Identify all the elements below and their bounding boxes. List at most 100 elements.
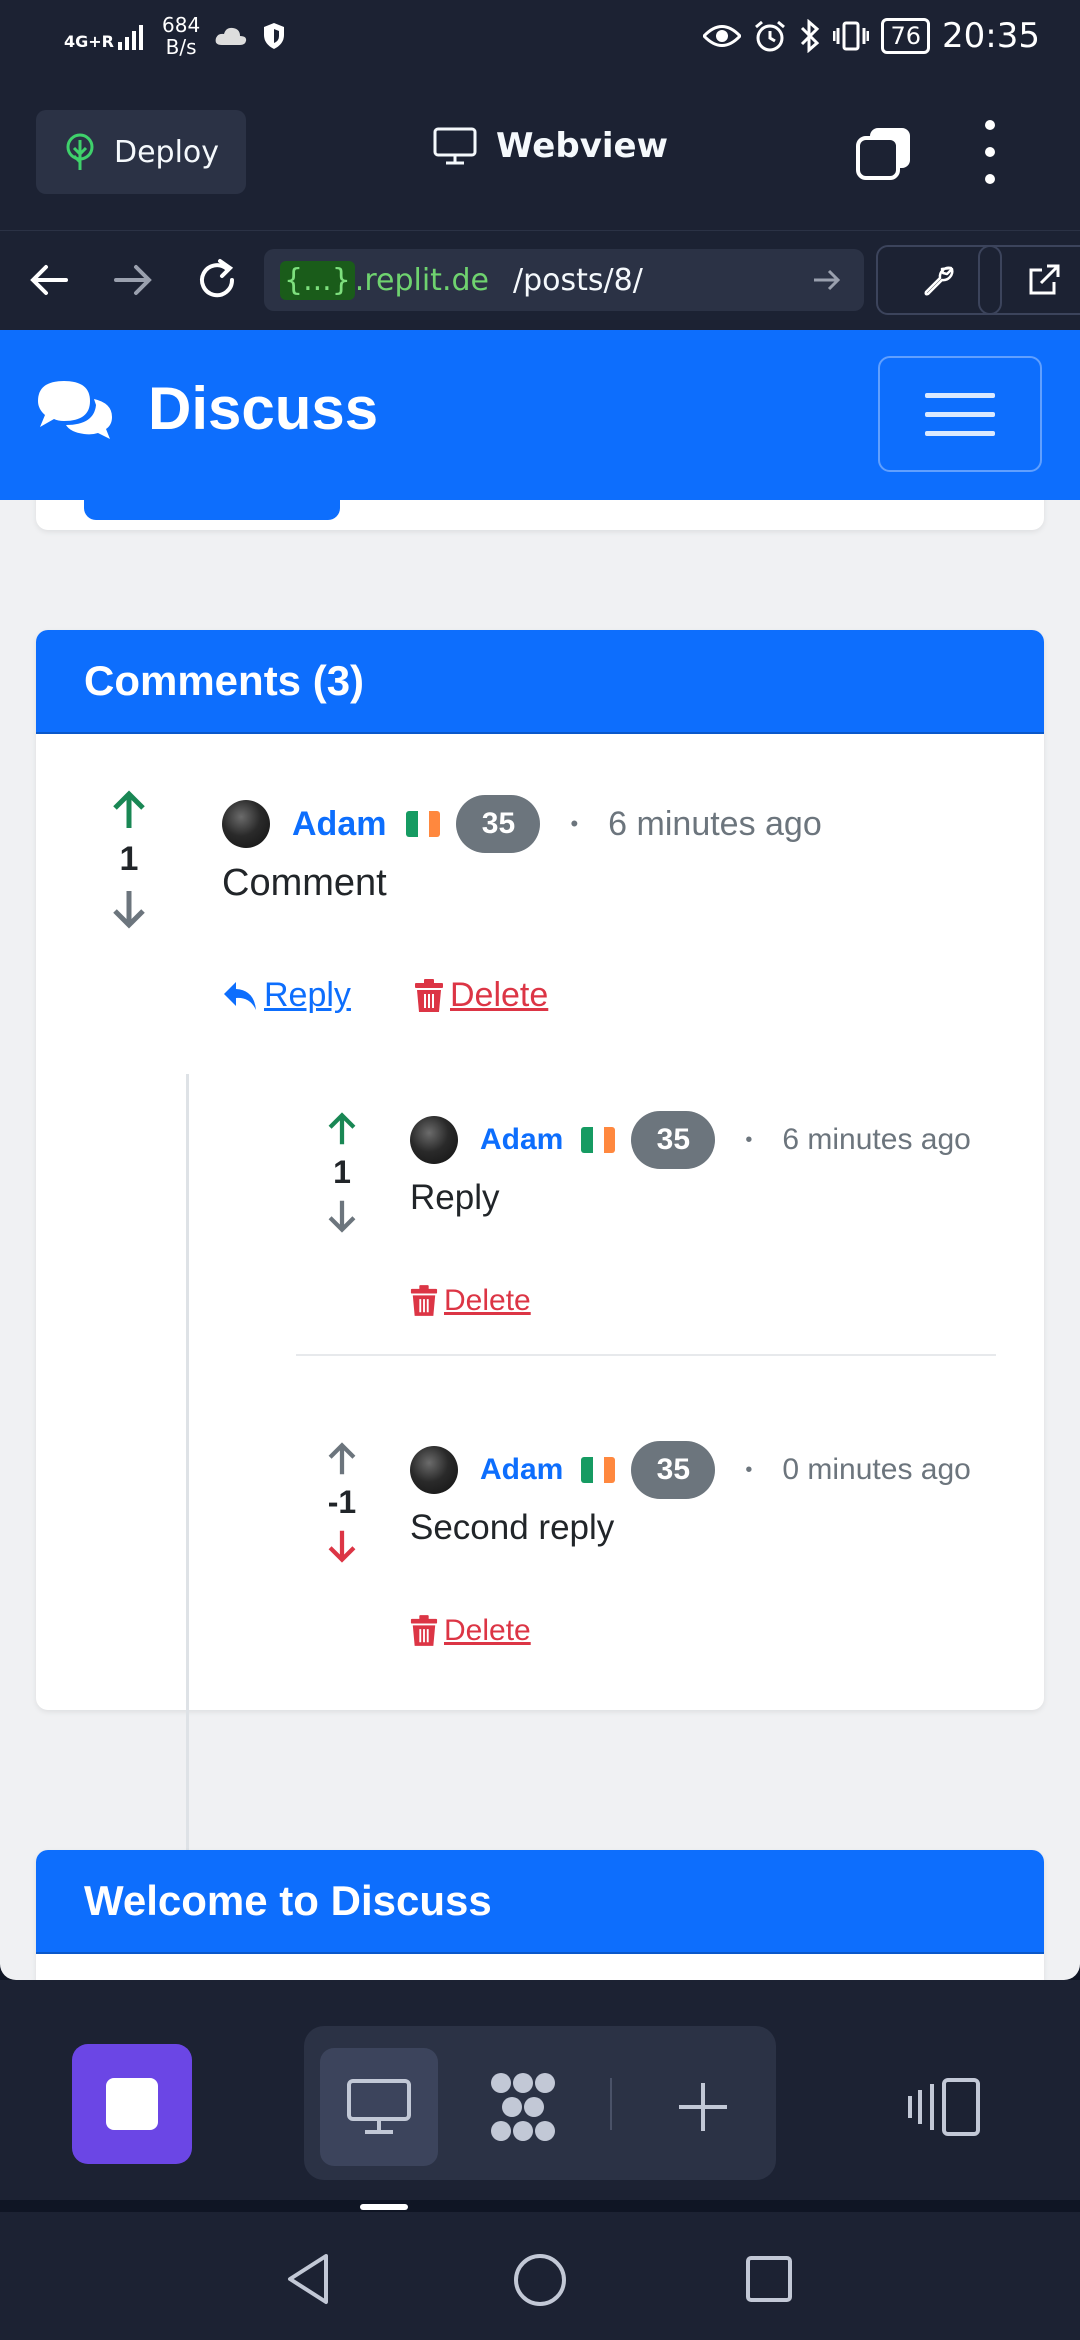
post-action-button[interactable] <box>84 498 340 520</box>
monitor-icon <box>347 2079 411 2134</box>
avatar[interactable] <box>410 1446 458 1494</box>
reply-icon <box>224 981 256 1010</box>
reply-vote: 1 <box>322 1110 362 1239</box>
nav-back-icon[interactable] <box>284 2252 332 2306</box>
avatar[interactable] <box>222 800 270 848</box>
blocks-icon <box>491 2073 555 2141</box>
downvote-icon[interactable] <box>325 1527 359 1565</box>
arrow-left-icon[interactable] <box>26 257 72 303</box>
delete-link[interactable]: Delete <box>414 976 548 1015</box>
wrench-icon <box>924 266 954 296</box>
signal-icon: 4G+R <box>64 22 148 50</box>
upvote-icon[interactable] <box>325 1110 359 1148</box>
network-type: 4G+R <box>64 32 114 51</box>
more-options-icon[interactable] <box>978 120 1002 184</box>
chat-bubbles-icon <box>38 380 112 439</box>
delete-link[interactable]: Delete <box>410 1284 531 1318</box>
thread-line <box>186 1074 189 1980</box>
ireland-flag-icon <box>581 1127 616 1153</box>
nav-recents-icon[interactable] <box>744 2254 794 2304</box>
avatar[interactable] <box>410 1116 458 1164</box>
deploy-tree-icon <box>66 133 94 170</box>
comment-time: 6 minutes ago <box>608 804 822 843</box>
downvote-icon[interactable] <box>325 1197 359 1235</box>
stop-icon <box>106 2078 158 2130</box>
trash-icon <box>410 1285 438 1316</box>
trash-icon <box>415 978 443 1012</box>
add-pane-button[interactable] <box>644 2048 762 2166</box>
comments-header: Comments (3) <box>36 630 1044 734</box>
shield-icon <box>264 23 285 49</box>
webview-content: Discuss Comments (3) 1 Adam 35 • 6 minut… <box>0 330 1080 1980</box>
meta-separator: • <box>745 1458 753 1481</box>
upvote-icon[interactable] <box>325 1440 359 1478</box>
open-external-button[interactable] <box>978 245 1080 315</box>
site-brand[interactable]: Discuss <box>34 374 378 443</box>
nav-home-icon[interactable] <box>512 2252 568 2308</box>
vibrate-icon <box>833 21 870 51</box>
plus-icon <box>679 2083 727 2131</box>
navbar-toggler[interactable] <box>878 356 1042 472</box>
home-indicator <box>360 2204 408 2210</box>
webview-pane-tab[interactable] <box>320 2048 438 2166</box>
site-navbar: Discuss <box>0 330 1080 500</box>
ireland-flag-icon <box>406 811 441 837</box>
hamburger-icon <box>925 392 995 398</box>
reply-score: 1 <box>333 1154 351 1190</box>
comment-vote: 1 <box>100 788 158 935</box>
url-bar: {...} .replit.de /posts/8/ <box>0 230 1080 331</box>
karma-badge: 35 <box>456 795 541 853</box>
pane-tabs <box>304 2026 776 2180</box>
trash-icon <box>410 1615 438 1646</box>
reply-text: Reply <box>410 1178 500 1217</box>
alarm-icon <box>755 20 786 52</box>
deploy-label: Deploy <box>114 134 220 170</box>
status-bar: 4G+R 684 B/s 76 20:35 <box>0 0 1080 76</box>
cloud-icon <box>215 27 247 45</box>
layout-panes-icon[interactable] <box>908 2076 982 2138</box>
tabs-switcher-icon[interactable] <box>856 126 912 180</box>
karma-badge: 35 <box>631 1441 716 1499</box>
battery-indicator: 76 <box>881 18 931 54</box>
downvote-icon[interactable] <box>109 887 149 931</box>
comment-meta: Adam 35 • 6 minutes ago <box>222 792 822 856</box>
url-input[interactable]: {...} .replit.de /posts/8/ <box>264 249 864 311</box>
reply-time: 6 minutes ago <box>782 1123 971 1156</box>
deploy-button[interactable]: Deploy <box>36 110 246 194</box>
tab-separator <box>610 2078 612 2130</box>
ireland-flag-icon <box>581 1457 616 1483</box>
system-navigation-bar <box>0 2212 1080 2340</box>
clock: 20:35 <box>942 16 1040 56</box>
go-arrow-icon[interactable] <box>812 267 842 293</box>
reply-time: 0 minutes ago <box>782 1453 971 1486</box>
eye-icon <box>703 25 742 47</box>
stop-button[interactable] <box>72 2044 192 2164</box>
reply-divider <box>296 1354 996 1356</box>
apps-pane-tab[interactable] <box>464 2048 582 2166</box>
reply-meta: Adam 35 • 6 minutes ago <box>410 1108 971 1172</box>
upvote-icon[interactable] <box>109 788 149 832</box>
welcome-card: Welcome to Discuss <box>36 1850 1044 1980</box>
comment-score: 1 <box>119 840 139 878</box>
karma-badge: 35 <box>631 1111 716 1169</box>
reply-meta: Adam 35 • 0 minutes ago <box>410 1438 971 1502</box>
external-link-icon <box>1029 264 1060 295</box>
comment-text: Comment <box>222 862 387 904</box>
webview-tab-title[interactable]: Webview <box>432 126 668 166</box>
author-link[interactable]: Adam <box>292 805 386 844</box>
delete-link[interactable]: Delete <box>410 1614 531 1648</box>
author-link[interactable]: Adam <box>480 1123 563 1157</box>
network-speed: 684 B/s <box>162 13 201 59</box>
bluetooth-icon <box>801 19 820 53</box>
meta-separator: • <box>570 811 579 836</box>
arrow-right-icon[interactable] <box>110 257 156 303</box>
workspace-bottom-bar <box>0 1980 1080 2200</box>
workspace-top-bar: Deploy Webview <box>0 76 1080 230</box>
reload-icon[interactable] <box>194 257 240 303</box>
author-link[interactable]: Adam <box>480 1453 563 1487</box>
monitor-icon <box>433 127 477 165</box>
reply-score: -1 <box>327 1484 357 1520</box>
welcome-header: Welcome to Discuss <box>36 1850 1044 1954</box>
reply-text: Second reply <box>410 1508 615 1547</box>
reply-link[interactable]: Reply <box>222 976 351 1015</box>
